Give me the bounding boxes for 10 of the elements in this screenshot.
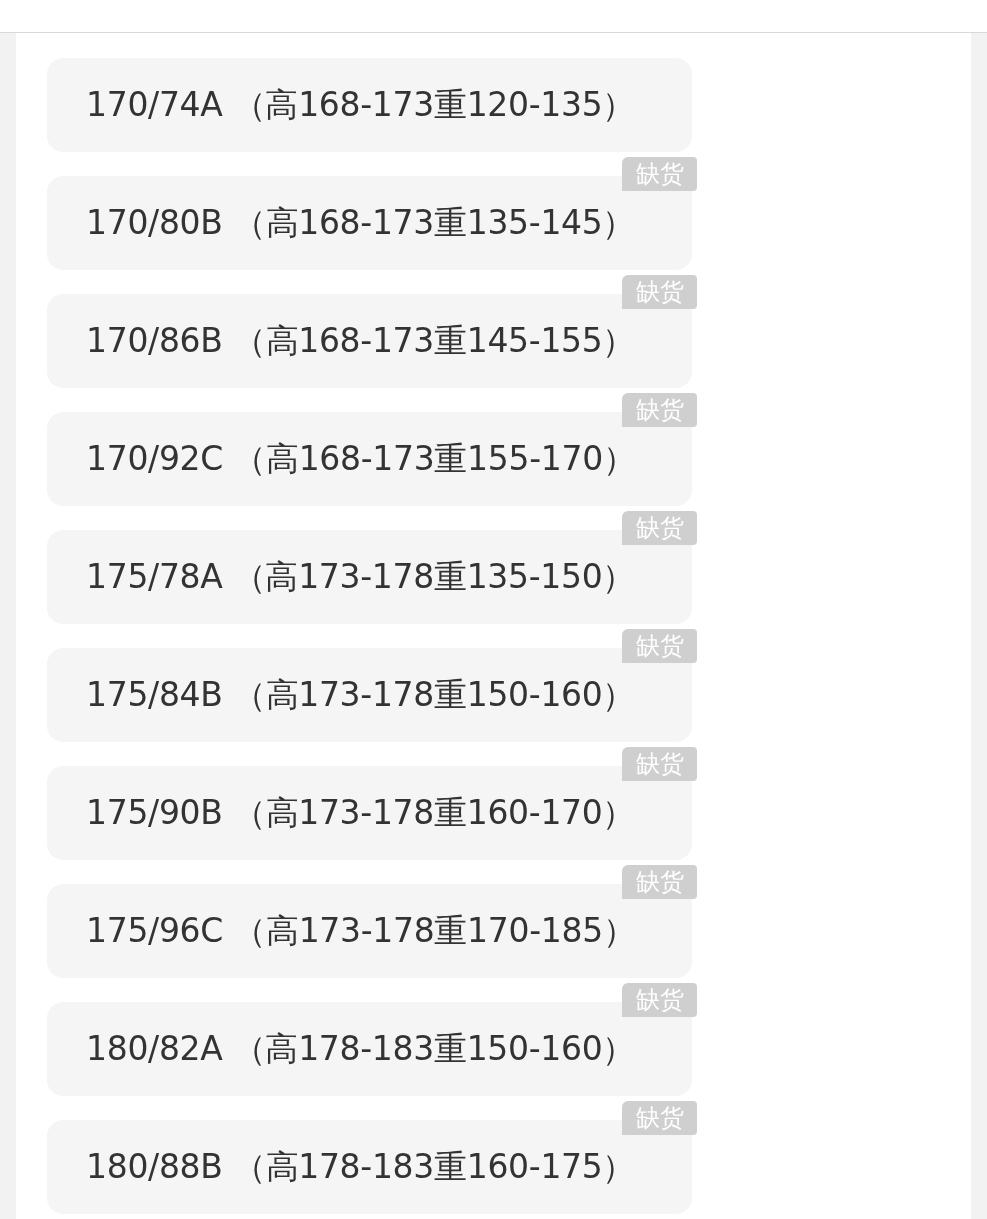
size-option[interactable]: 180/82A （高178-183重150-160） [47,1002,692,1096]
size-option[interactable]: 175/78A （高173-178重135-150） [47,530,692,624]
size-option[interactable]: 170/86B （高168-173重145-155） [47,294,692,388]
size-option[interactable]: 175/84B （高173-178重150-160） [47,648,692,742]
size-option[interactable]: 170/74A （高168-173重120-135） [47,58,692,152]
size-option[interactable]: 175/96C （高173-178重170-185） [47,884,692,978]
size-option[interactable]: 170/92C （高168-173重155-170） [47,412,692,506]
size-option[interactable]: 170/80B （高168-173重135-145） [47,176,692,270]
size-option[interactable]: 180/88B （高178-183重160-175） [47,1120,692,1214]
size-option[interactable]: 175/90B （高173-178重160-170） [47,766,692,860]
